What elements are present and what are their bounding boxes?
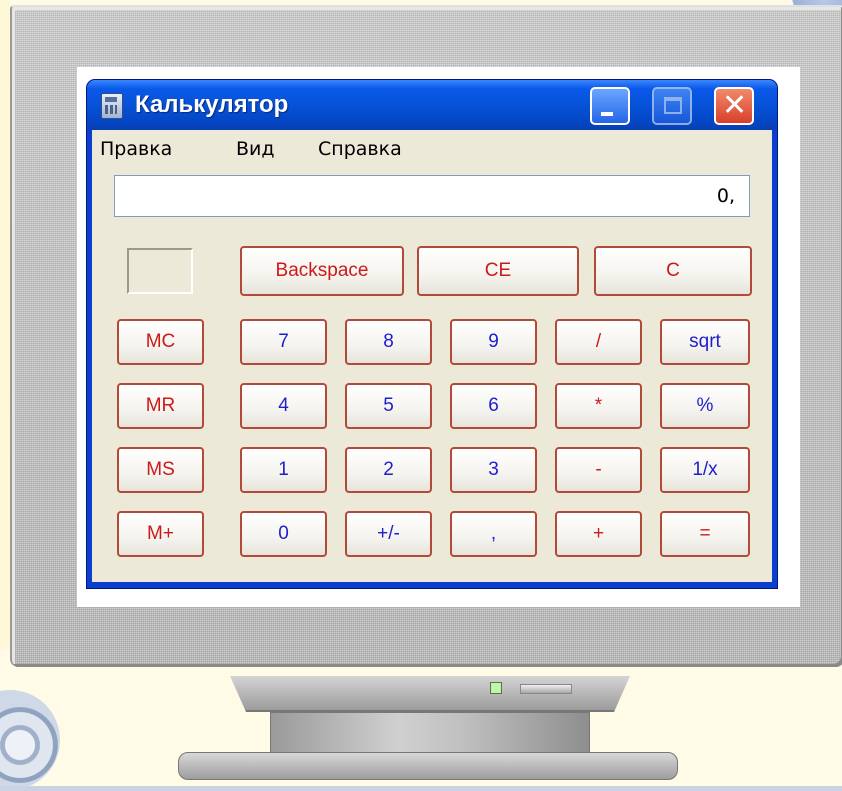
calculator-body: Правка Вид Справка 0, Backspace CE C MC …: [92, 130, 772, 582]
subtract-button[interactable]: -: [555, 447, 642, 493]
maximize-button: [652, 87, 692, 125]
equals-button[interactable]: =: [660, 511, 750, 557]
slide-left-strip: [0, 0, 10, 650]
memory-add-button[interactable]: M+: [117, 511, 204, 557]
reciprocal-button[interactable]: 1/x: [660, 447, 750, 493]
digit-1-button[interactable]: 1: [240, 447, 327, 493]
digit-2-button[interactable]: 2: [345, 447, 432, 493]
result-display: 0,: [114, 175, 750, 217]
clear-button[interactable]: C: [594, 246, 752, 296]
multiply-button[interactable]: *: [555, 383, 642, 429]
monitor-foot: [178, 752, 678, 780]
menu-help[interactable]: Справка: [318, 138, 402, 160]
divide-button[interactable]: /: [555, 319, 642, 365]
sign-toggle-button[interactable]: +/-: [345, 511, 432, 557]
memory-clear-button[interactable]: MC: [117, 319, 204, 365]
close-button[interactable]: ✕: [714, 87, 754, 125]
close-icon: ✕: [722, 88, 748, 123]
menu-view[interactable]: Вид: [236, 138, 275, 160]
calculator-window: Калькулятор ✕ Правка Вид Справка 0, Back…: [87, 80, 777, 588]
calculator-icon: [101, 93, 123, 119]
digit-4-button[interactable]: 4: [240, 383, 327, 429]
digit-6-button[interactable]: 6: [450, 383, 537, 429]
digit-5-button[interactable]: 5: [345, 383, 432, 429]
minimize-icon: [601, 112, 613, 116]
digit-7-button[interactable]: 7: [240, 319, 327, 365]
memory-indicator: [127, 248, 193, 294]
title-bar[interactable]: Калькулятор ✕: [87, 80, 777, 130]
sqrt-button[interactable]: sqrt: [660, 319, 750, 365]
power-led-icon: [490, 682, 502, 694]
memory-recall-button[interactable]: MR: [117, 383, 204, 429]
decimal-button[interactable]: ,: [450, 511, 537, 557]
monitor-slot: [520, 684, 572, 694]
digit-8-button[interactable]: 8: [345, 319, 432, 365]
digit-0-button[interactable]: 0: [240, 511, 327, 557]
memory-store-button[interactable]: MS: [117, 447, 204, 493]
menu-bar: Правка Вид Справка: [92, 130, 772, 168]
clear-entry-button[interactable]: CE: [417, 246, 579, 296]
slide-bottom-line: [0, 786, 842, 791]
percent-button[interactable]: %: [660, 383, 750, 429]
menu-edit[interactable]: Правка: [100, 138, 172, 160]
digit-9-button[interactable]: 9: [450, 319, 537, 365]
window-title: Калькулятор: [135, 91, 289, 118]
backspace-button[interactable]: Backspace: [240, 246, 404, 296]
digit-3-button[interactable]: 3: [450, 447, 537, 493]
monitor-base: [230, 676, 630, 712]
slide-disc-decoration: [0, 690, 60, 790]
monitor-neck: [270, 712, 590, 756]
add-button[interactable]: +: [555, 511, 642, 557]
minimize-button[interactable]: [590, 87, 630, 125]
maximize-icon: [664, 97, 682, 114]
